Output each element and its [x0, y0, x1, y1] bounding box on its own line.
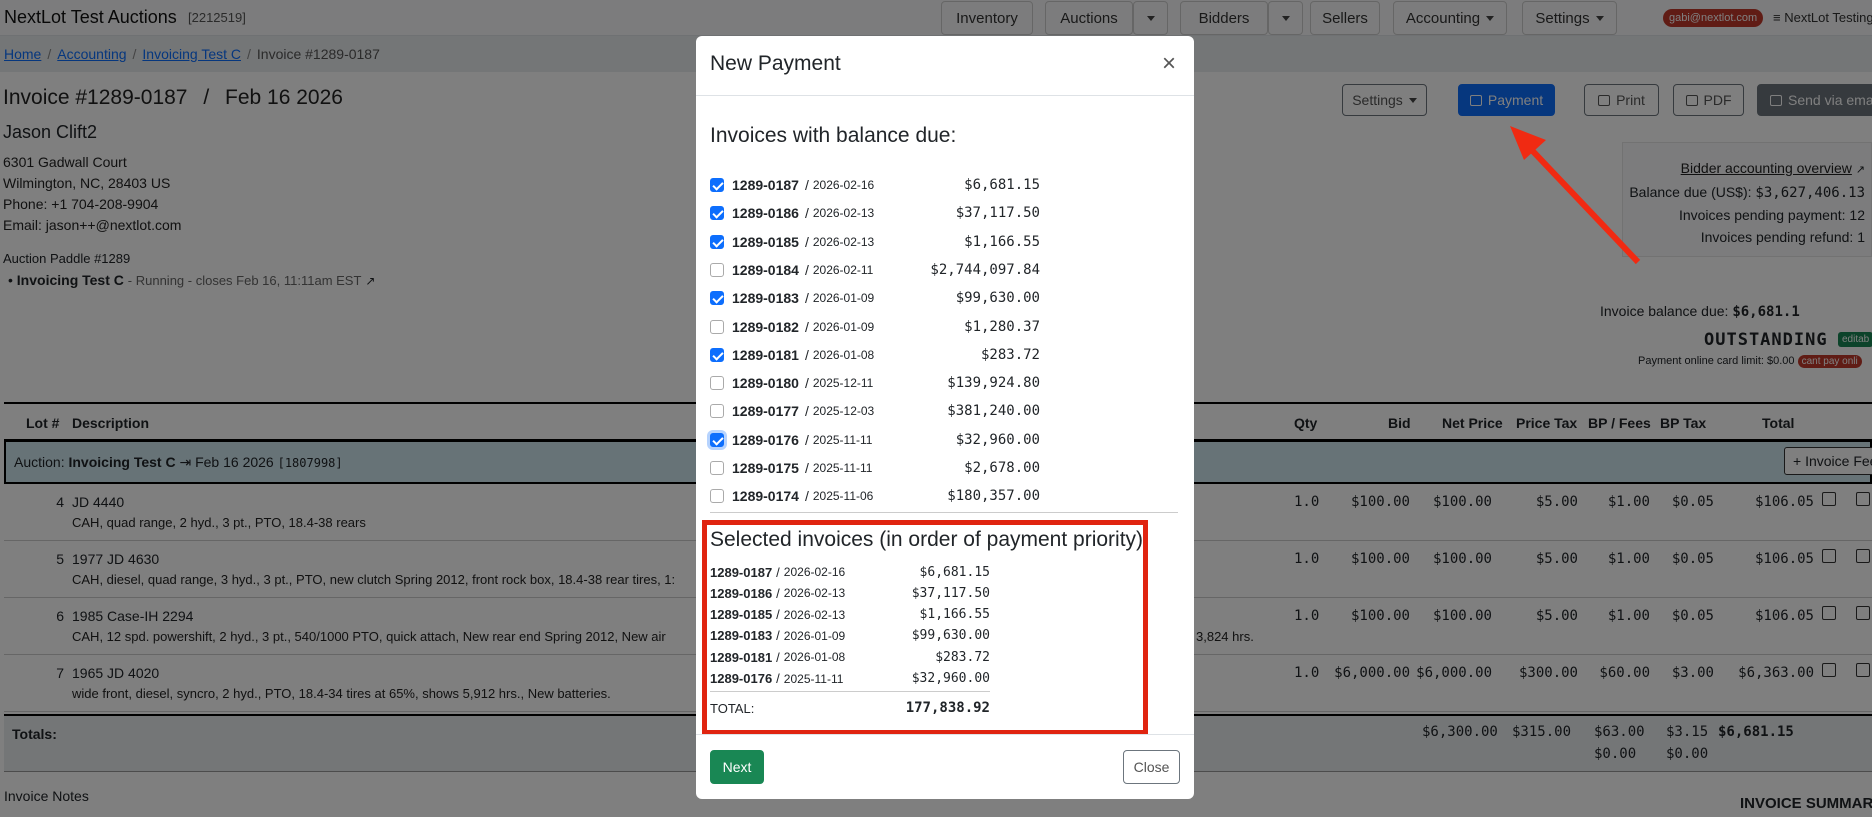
annotation-arrow	[1510, 126, 1641, 265]
